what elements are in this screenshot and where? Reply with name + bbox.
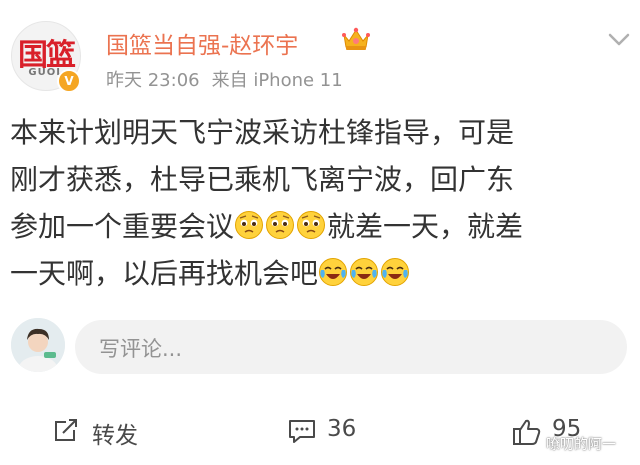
watermark: 嘹叨的阿一 xyxy=(546,437,616,453)
laugh-cry-emoji-icon xyxy=(381,258,410,286)
post-text-segment: 一天啊，以后再找机会吧 xyxy=(10,257,319,290)
worried-emoji-icon xyxy=(297,211,326,239)
comment-count: 36 xyxy=(327,416,357,442)
comment-placeholder: 写评论... xyxy=(99,337,183,361)
crown-icon xyxy=(342,27,370,50)
post-text-segment: 就差一天，就差 xyxy=(327,210,524,243)
post-text-line: 参加一个重要会议 就差一天，就差 xyxy=(10,209,523,245)
repost-icon xyxy=(55,419,77,441)
worried-emoji-icon xyxy=(235,211,264,239)
chevron-down-icon[interactable] xyxy=(607,32,631,48)
post-source: 来自 iPhone 11 xyxy=(211,70,343,91)
post-text-line: 一天啊，以后再找机会吧 xyxy=(10,256,411,292)
post-meta: 昨天 23:06 来自 iPhone 11 xyxy=(106,66,355,92)
user-avatar[interactable] xyxy=(11,318,65,372)
laugh-cry-emoji-icon xyxy=(350,258,379,286)
post-time: 昨天 23:06 xyxy=(106,70,200,91)
comment-icon xyxy=(289,420,315,443)
worried-emoji-icon xyxy=(266,211,295,239)
post-text-line: 刚才获悉，杜导已乘机飞离宁波，回广东 xyxy=(10,163,515,196)
user-avatar-illustration xyxy=(11,318,65,372)
repost-label: 转发 xyxy=(92,423,138,449)
thumbs-up-icon xyxy=(513,419,541,445)
post-text-line: 本来计划明天飞宁波采访杜锋指导，可是 xyxy=(10,116,515,149)
verified-badge-icon: V xyxy=(57,69,81,93)
post-text-segment: 参加一个重要会议 xyxy=(10,210,235,243)
comment-input[interactable]: 写评论... xyxy=(75,320,627,374)
laugh-cry-emoji-icon xyxy=(319,258,348,286)
author-name[interactable]: 国篮当自强-赵环宇 xyxy=(106,26,298,60)
